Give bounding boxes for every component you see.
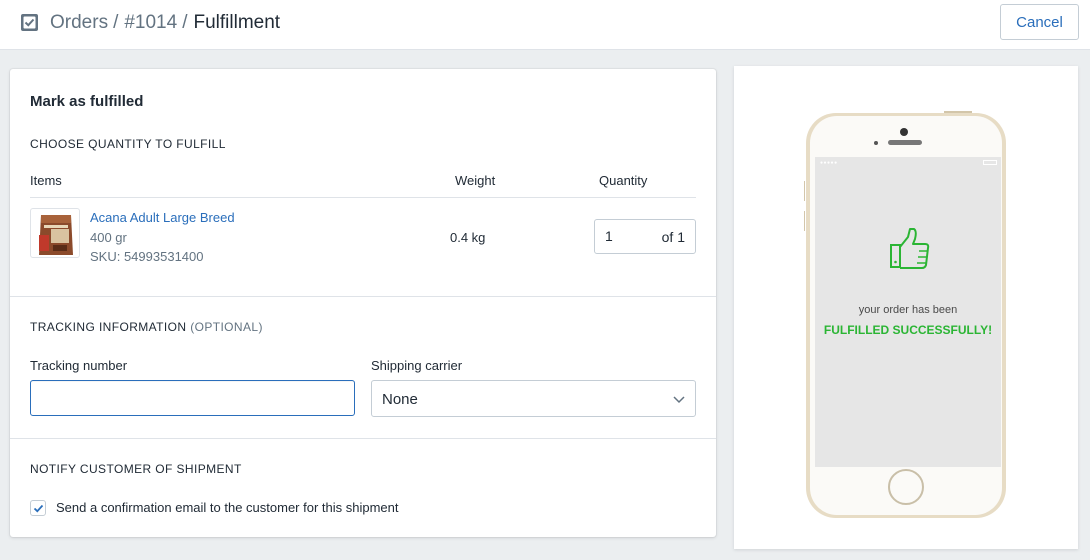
quantity-input[interactable] — [605, 228, 645, 244]
thumbs-up-icon — [890, 228, 930, 269]
breadcrumb-separator: / — [113, 12, 119, 33]
quantity-column-header: Quantity — [599, 173, 648, 188]
success-message-line1: your order has been — [858, 304, 958, 316]
section-divider — [10, 438, 716, 439]
choose-quantity-heading: CHOOSE QUANTITY TO FULFILL — [30, 137, 226, 151]
phone-screen: ●●●●● your order has been FULFILLED SUCC… — [815, 157, 1001, 467]
product-link[interactable]: Acana Adult Large Breed — [90, 210, 235, 225]
tracking-heading: TRACKING INFORMATION (OPTIONAL) — [30, 320, 263, 334]
breadcrumb-current: Fulfillment — [193, 12, 281, 33]
checkmark-icon — [33, 504, 44, 513]
tracking-optional-label: (OPTIONAL) — [190, 320, 263, 334]
product-sku: SKU: 54993531400 — [90, 249, 204, 264]
notify-heading: NOTIFY CUSTOMER OF SHIPMENT — [30, 462, 242, 476]
cancel-button[interactable]: Cancel — [1000, 4, 1079, 40]
shipping-carrier-select[interactable]: None — [371, 380, 696, 417]
breadcrumb-order-link[interactable]: #1014 — [124, 12, 177, 33]
battery-icon — [983, 160, 997, 165]
product-bag-image — [39, 215, 73, 255]
items-column-header: Items — [30, 173, 62, 188]
tracking-number-label: Tracking number — [30, 358, 128, 373]
card-title: Mark as fulfilled — [30, 93, 144, 110]
shipping-carrier-label: Shipping carrier — [371, 358, 463, 373]
product-thumbnail — [30, 208, 80, 258]
product-weight: 0.4 kg — [450, 230, 486, 245]
shipping-carrier-value: None — [382, 391, 418, 408]
checkbox-icon — [21, 14, 38, 31]
breadcrumb-orders-link[interactable]: Orders — [50, 12, 108, 33]
top-bar: Orders / #1014/Fulfillment Cancel — [0, 0, 1090, 50]
divider — [30, 197, 696, 198]
quantity-of-label: of 1 — [661, 229, 685, 245]
notify-customer-checkbox[interactable] — [30, 500, 46, 516]
chevron-down-icon — [673, 396, 685, 404]
section-divider — [10, 296, 716, 297]
signal-icon: ●●●●● — [820, 160, 838, 166]
quantity-field[interactable]: of 1 — [594, 219, 696, 254]
breadcrumb: Orders / #1014/Fulfillment — [50, 12, 280, 34]
success-message-line2: FULFILLED SUCCESSFULLY! — [823, 323, 993, 337]
fulfillment-card: Mark as fulfilled CHOOSE QUANTITY TO FUL… — [10, 69, 716, 537]
product-variant: 400 gr — [90, 230, 127, 245]
breadcrumb-separator: / — [182, 12, 188, 33]
tracking-number-input[interactable] — [30, 380, 355, 416]
preview-panel: ●●●●● your order has been FULFILLED SUCC… — [734, 66, 1078, 549]
tracking-heading-text: TRACKING INFORMATION — [30, 320, 187, 334]
notify-customer-label[interactable]: Send a confirmation email to the custome… — [56, 500, 399, 515]
weight-column-header: Weight — [455, 173, 496, 188]
